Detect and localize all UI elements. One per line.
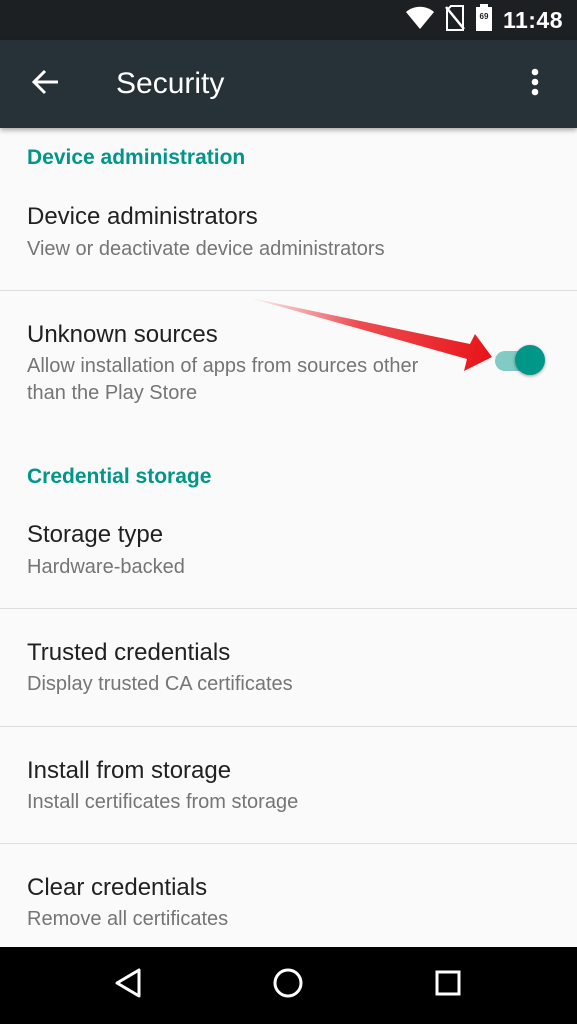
settings-list: Device administration Device administrat… (0, 128, 577, 947)
battery-icon: 69 (475, 3, 493, 37)
setting-title: Storage type (27, 521, 164, 548)
more-options-button[interactable] (511, 60, 559, 108)
setting-title: Unknown sources (27, 321, 218, 348)
setting-subtitle: Install certificates from storage (27, 791, 299, 813)
nav-back-button[interactable] (100, 959, 156, 1011)
navigation-bar (0, 947, 577, 1024)
nav-recents-button[interactable] (420, 959, 476, 1011)
setting-title: Install from storage (27, 757, 232, 784)
setting-device-administrators[interactable]: Device administrators View or deactivate… (0, 188, 577, 290)
section-header-device-administration: Device administration (27, 146, 246, 169)
status-time: 11:48 (502, 6, 563, 33)
setting-trusted-credentials[interactable]: Trusted credentials Display trusted CA c… (0, 609, 577, 726)
back-button[interactable] (22, 60, 70, 108)
setting-subtitle: Display trusted CA certificates (27, 673, 293, 695)
app-bar: Security (0, 40, 577, 128)
toggle-thumb (515, 345, 545, 375)
battery-level-text: 69 (479, 12, 488, 21)
no-sim-icon (444, 4, 465, 36)
setting-clear-credentials[interactable]: Clear credentials Remove all certificate… (0, 844, 577, 947)
more-vert-icon (531, 68, 539, 101)
back-triangle-icon (113, 967, 143, 1004)
unknown-sources-toggle[interactable] (491, 340, 545, 382)
setting-unknown-sources[interactable]: Unknown sources Allow installation of ap… (0, 291, 577, 431)
setting-subtitle: Hardware-backed (27, 556, 185, 578)
nav-home-button[interactable] (260, 959, 316, 1011)
recents-square-icon (434, 969, 462, 1002)
setting-subtitle: View or deactivate device administrators (27, 238, 385, 260)
status-bar: 69 11:48 (0, 0, 577, 40)
page-title: Security (116, 67, 225, 100)
setting-title: Clear credentials (27, 874, 208, 901)
section-header-credential-storage: Credential storage (27, 465, 212, 488)
setting-subtitle: Allow installation of apps from sources … (27, 355, 419, 404)
setting-subtitle: Remove all certificates (27, 908, 229, 930)
wifi-icon (405, 6, 435, 35)
setting-storage-type[interactable]: Storage type Hardware-backed (0, 506, 577, 608)
status-icons: 69 11:48 (395, 3, 563, 36)
home-circle-icon (272, 967, 304, 1004)
setting-title: Device administrators (27, 203, 258, 230)
setting-install-from-storage[interactable]: Install from storage Install certificate… (0, 727, 577, 843)
setting-title: Trusted credentials (27, 639, 231, 666)
arrow-back-icon (31, 68, 60, 101)
